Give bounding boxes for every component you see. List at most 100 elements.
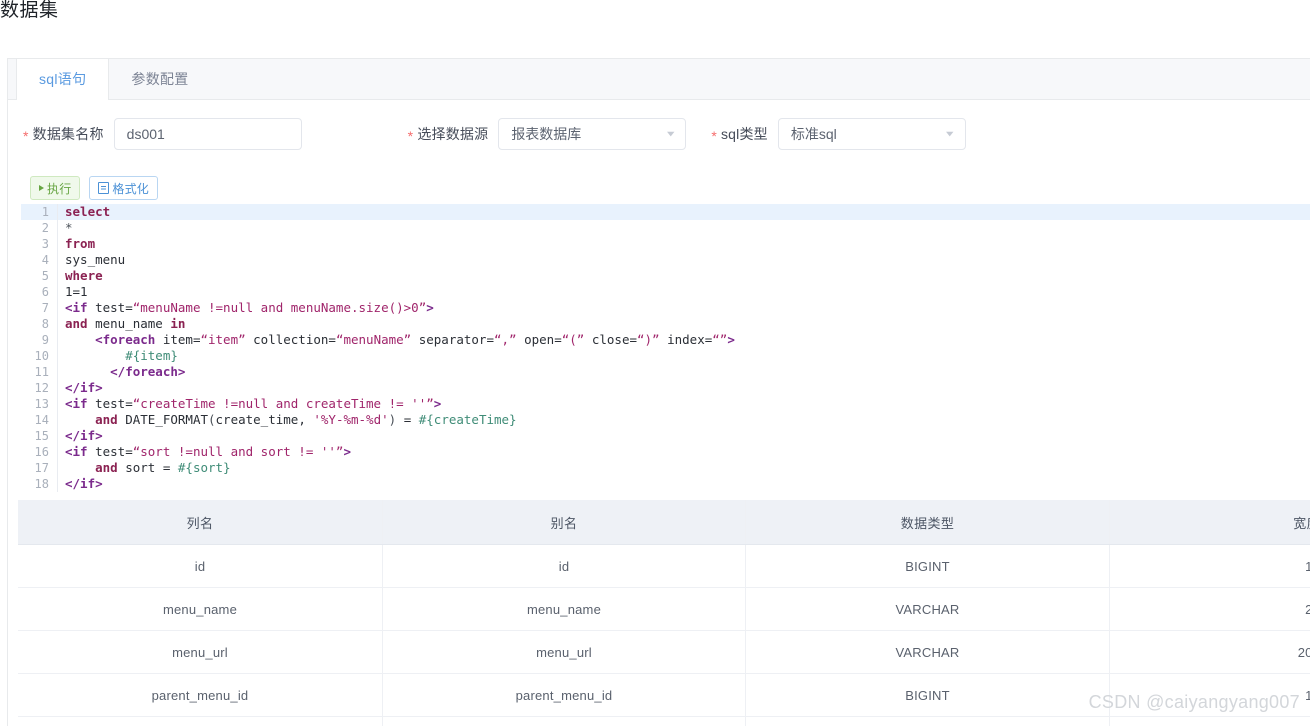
code-line-text: where [58, 268, 103, 284]
code-line-text: and sort = #{sort} [58, 460, 231, 476]
code-line[interactable]: 7<if test=“menuName !=null and menuName.… [21, 300, 1310, 316]
code-line-text: <if test=“sort !=null and sort != ''”> [58, 444, 351, 460]
line-number: 17 [21, 460, 57, 476]
line-number: 7 [21, 300, 57, 316]
line-number: 15 [21, 428, 57, 444]
code-line[interactable]: 12</if> [21, 380, 1310, 396]
code-line-text: and menu_name in [58, 316, 185, 332]
column-header-name[interactable]: 列名 [18, 500, 383, 545]
column-header-datatype[interactable]: 数据类型 [746, 500, 1110, 545]
line-number: 14 [21, 412, 57, 428]
code-line-text: </if> [58, 476, 103, 492]
sql-type-select[interactable]: 标准sql ▾ [778, 118, 966, 150]
editor-toolbar: 执行 格式化 [30, 176, 158, 200]
code-line-text: * [58, 220, 73, 236]
sql-type-label: *sql类型 [711, 124, 768, 144]
code-line-text: from [58, 236, 95, 252]
table-row[interactable]: menu_iconmenu_iconVARCHAR50 [18, 717, 1310, 726]
code-line[interactable]: 1select [21, 204, 1310, 220]
table-row[interactable]: menu_namemenu_nameVARCHAR20 [18, 588, 1310, 631]
tab-bar: sql语句 参数配置 [8, 59, 1310, 100]
line-number: 12 [21, 380, 57, 396]
page-root: 数据集 sql语句 参数配置 *数据集名称 ds001 *选择数据源 报表数据库… [0, 0, 1310, 726]
chevron-down-icon: ▾ [946, 129, 953, 138]
table-row[interactable]: parent_menu_idparent_menu_idBIGINT19 [18, 674, 1310, 717]
code-line[interactable]: 16<if test=“sort !=null and sort != ''”> [21, 444, 1310, 460]
execute-button[interactable]: 执行 [30, 176, 80, 200]
code-line-text: 1=1 [58, 284, 88, 300]
required-asterisk-name: * [23, 128, 29, 144]
column-header-alias[interactable]: 别名 [383, 500, 746, 545]
field-dataset-name: *数据集名称 ds001 [23, 118, 302, 150]
code-line[interactable]: 9 <foreach item=“item” collection=“menuN… [21, 332, 1310, 348]
line-number: 13 [21, 396, 57, 412]
code-line[interactable]: 15</if> [21, 428, 1310, 444]
code-line-text: select [58, 204, 110, 220]
line-number: 16 [21, 444, 57, 460]
line-number: 4 [21, 252, 57, 268]
dataset-form-row: *数据集名称 ds001 *选择数据源 报表数据库 ▾ *sql类型 标准sql… [8, 111, 1310, 157]
code-line-text: sys_menu [58, 252, 125, 268]
code-line-text: <if test=“menuName !=null and menuName.s… [58, 300, 434, 316]
table-header-row: 列名 别名 数据类型 宽度 [18, 500, 1310, 545]
code-line-text: </if> [58, 428, 103, 444]
code-line[interactable]: 3from [21, 236, 1310, 252]
code-line-text: <foreach item=“item” collection=“menuNam… [58, 332, 735, 348]
datasource-value: 报表数据库 [511, 124, 581, 144]
code-line[interactable]: 8and menu_name in [21, 316, 1310, 332]
datasource-select[interactable]: 报表数据库 ▾ [498, 118, 686, 150]
table-cell: id [18, 545, 383, 588]
sql-code-editor[interactable]: 1select2*3from4sys_menu5where61=17<if te… [21, 204, 1310, 499]
table-cell: VARCHAR [746, 588, 1110, 631]
code-line-text: <if test=“createTime !=null and createTi… [58, 396, 441, 412]
code-line[interactable]: 17 and sort = #{sort} [21, 460, 1310, 476]
code-line-text: and DATE_FORMAT(create_time, '%Y-%m-%d')… [58, 412, 517, 428]
line-number: 5 [21, 268, 57, 284]
line-number: 8 [21, 316, 57, 332]
required-asterisk-sqltype: * [711, 128, 717, 144]
line-number: 2 [21, 220, 57, 236]
code-line[interactable]: 13<if test=“createTime !=null and create… [21, 396, 1310, 412]
tab-sql-statement[interactable]: sql语句 [16, 59, 109, 100]
table-cell: BIGINT [746, 545, 1110, 588]
line-number: 11 [21, 364, 57, 380]
code-line[interactable]: 10 #{item} [21, 348, 1310, 364]
table-cell: id [383, 545, 746, 588]
table-cell: menu_url [383, 631, 746, 674]
code-line[interactable]: 2* [21, 220, 1310, 236]
datasource-label: *选择数据源 [408, 124, 489, 144]
code-line[interactable]: 4sys_menu [21, 252, 1310, 268]
table-cell: 19 [1110, 674, 1310, 717]
code-line[interactable]: 18</if> [21, 476, 1310, 492]
code-line[interactable]: 14 and DATE_FORMAT(create_time, '%Y-%m-%… [21, 412, 1310, 428]
table-cell: 19 [1110, 545, 1310, 588]
sql-type-value: 标准sql [791, 124, 837, 144]
table-row[interactable]: menu_urlmenu_urlVARCHAR200 [18, 631, 1310, 674]
code-line[interactable]: 61=1 [21, 284, 1310, 300]
execute-button-label: 执行 [47, 180, 71, 197]
required-asterisk-datasource: * [408, 128, 414, 144]
table-cell: parent_menu_id [18, 674, 383, 717]
table-cell: 50 [1110, 717, 1310, 726]
line-number: 3 [21, 236, 57, 252]
code-line[interactable]: 5where [21, 268, 1310, 284]
line-number: 6 [21, 284, 57, 300]
table-row[interactable]: ididBIGINT19 [18, 545, 1310, 588]
table-cell: menu_name [383, 588, 746, 631]
column-header-width[interactable]: 宽度 [1110, 500, 1310, 545]
code-line[interactable]: 11 </foreach> [21, 364, 1310, 380]
tab-parameter-config[interactable]: 参数配置 [109, 59, 210, 99]
line-number: 18 [21, 476, 57, 492]
table-cell: menu_url [18, 631, 383, 674]
dataset-name-input[interactable]: ds001 [114, 118, 302, 150]
code-line-text: #{item} [58, 348, 178, 364]
table-cell: VARCHAR [746, 631, 1110, 674]
format-button[interactable]: 格式化 [89, 176, 158, 200]
table-cell: 20 [1110, 588, 1310, 631]
result-columns-table: 列名 别名 数据类型 宽度 ididBIGINT19menu_namemenu_… [18, 500, 1310, 726]
table-cell: 200 [1110, 631, 1310, 674]
table-cell: menu_icon [18, 717, 383, 726]
format-button-label: 格式化 [112, 180, 149, 197]
code-line-text: </if> [58, 380, 103, 396]
chevron-down-icon: ▾ [667, 129, 674, 138]
